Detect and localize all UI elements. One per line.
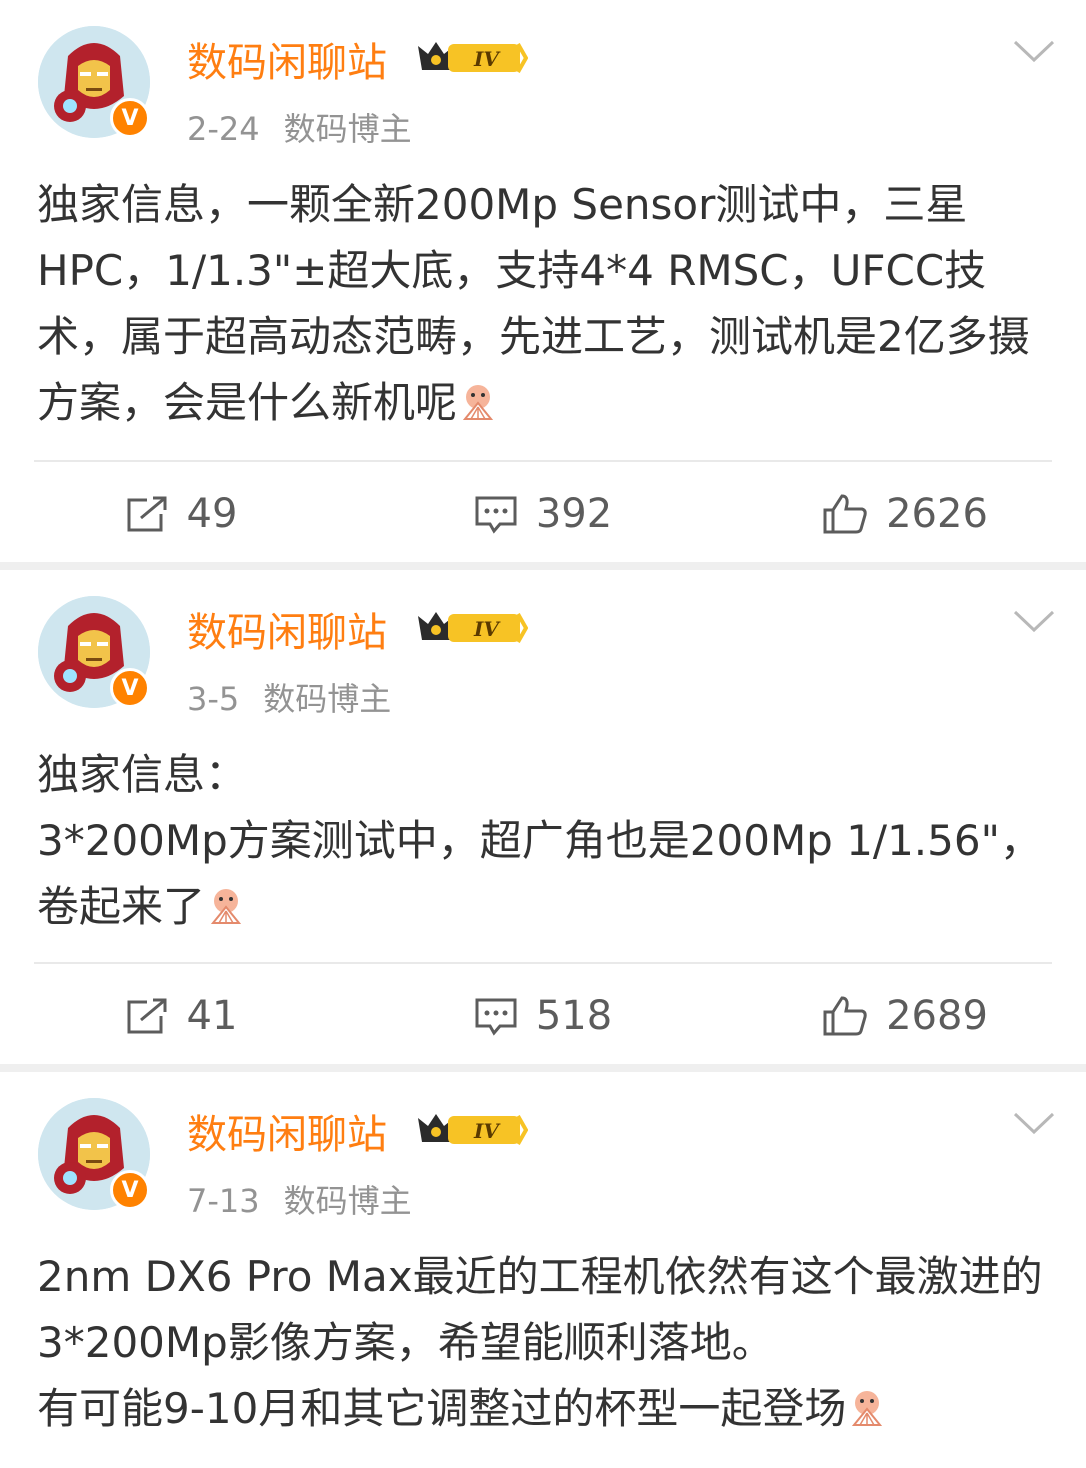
repost-icon [127,496,167,532]
post-content: 2nm DX6 Pro Max最近的工程机依然有这个最激进的3*200Mp影像方… [37,1244,1046,1442]
post-date: 2-24 [187,110,260,148]
action-bar: 49 392 2626 [0,464,1086,564]
avatar[interactable]: V [38,26,150,138]
verified-v-badge: V [110,1170,150,1210]
post-meta: 3-5 数码博主 [187,674,391,720]
divider [34,962,1052,964]
post-text: 独家信息： 3*200Mp方案测试中，超广角也是200Mp 1/1.56"，卷起… [37,750,1042,931]
post-meta: 2-24 数码博主 [187,104,412,150]
chevron-down-icon[interactable] [1012,1110,1056,1138]
crown-rank-icon[interactable]: IV [414,36,528,80]
post-meta: 7-13 数码博主 [187,1176,412,1222]
post-date: 7-13 [187,1182,260,1220]
comment-button[interactable]: 392 [362,464,724,564]
fan-emoji-icon [210,889,242,924]
rank-label: IV [473,47,501,71]
comment-count: 518 [535,993,613,1039]
comment-count: 392 [535,491,613,537]
post-text: 2nm DX6 Pro Max最近的工程机依然有这个最激进的3*200Mp影像方… [37,1252,1043,1433]
crown-rank-icon[interactable]: IV [414,606,528,650]
comment-icon [475,496,517,534]
avatar[interactable]: V [38,596,150,708]
like-button[interactable]: 2689 [724,966,1086,1066]
author-name[interactable]: 数码闲聊站 [187,600,387,658]
verified-v-badge: V [110,668,150,708]
post-source: 数码博主 [283,110,412,148]
chevron-down-icon[interactable] [1012,38,1056,66]
fan-emoji-icon [852,1391,883,1426]
like-count: 2689 [886,993,988,1039]
post-source: 数码博主 [283,1182,412,1220]
divider [34,460,1052,462]
like-count: 2626 [886,491,988,537]
repost-count: 49 [186,491,238,537]
post-date: 3-5 [187,680,240,718]
repost-button[interactable]: 49 [0,464,362,564]
action-bar: 41 518 2689 [0,966,1086,1066]
repost-icon [127,998,167,1034]
comment-button[interactable]: 518 [362,966,724,1066]
verified-v-badge: V [110,98,150,138]
crown-rank-icon[interactable]: IV [414,1108,528,1152]
repost-button[interactable]: 41 [0,966,362,1066]
avatar[interactable]: V [38,1098,150,1210]
weibo-post: V 数码闲聊站 IV 3-5 数码博主 独家信息： 3*200Mp方案测试中，超广… [0,570,1086,1064]
comment-icon [475,998,517,1036]
post-source: 数码博主 [263,680,392,718]
rank-label: IV [473,617,501,641]
like-icon [823,996,867,1036]
post-content: 独家信息： 3*200Mp方案测试中，超广角也是200Mp 1/1.56"，卷起… [37,742,1046,940]
post-text: 独家信息，一颗全新200Mp Sensor测试中，三星HPC，1/1.3"±超大… [37,180,1030,427]
author-name[interactable]: 数码闲聊站 [187,1102,387,1160]
chevron-down-icon[interactable] [1012,608,1056,636]
like-button[interactable]: 2626 [724,464,1086,564]
weibo-post: V 数码闲聊站 IV 2-24 数码博主 独家信息，一颗全新200Mp Senso… [0,0,1086,562]
fan-emoji-icon [462,385,494,420]
rank-label: IV [473,1119,501,1143]
like-icon [823,494,867,534]
author-name[interactable]: 数码闲聊站 [187,30,387,88]
weibo-post: V 数码闲聊站 IV 7-13 数码博主 2nm DX6 Pro Max最近的工程… [0,1072,1086,1468]
repost-count: 41 [186,993,238,1039]
post-content: 独家信息，一颗全新200Mp Sensor测试中，三星HPC，1/1.3"±超大… [37,172,1046,436]
